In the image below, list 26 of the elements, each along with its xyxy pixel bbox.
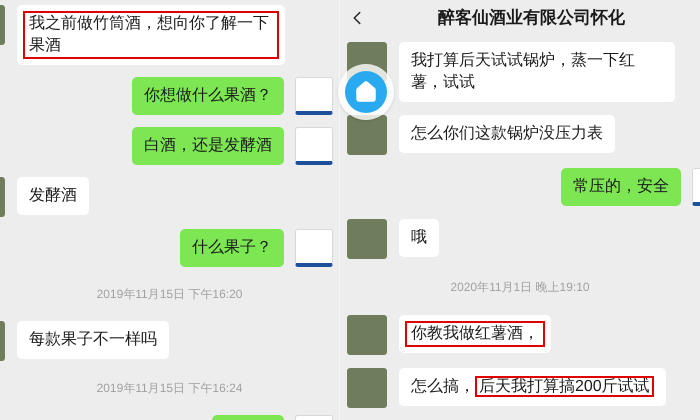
message-text: 我打算后天试试锅炉，蒸一下红薯，试试 (411, 52, 635, 91)
highlighted-message-text: 我之前做竹筒酒，想向你了解一下果酒 (23, 11, 279, 59)
message-text: 常压的，安全 (573, 178, 669, 195)
message-text: 发酵酒 (29, 187, 77, 204)
message-text: 哦 (411, 229, 427, 246)
message-timestamp: 2019年11月15日 下午16:20 (96, 286, 242, 303)
avatar-placeholder (347, 315, 387, 355)
highlighted-text: 后天我打算搞200斤试试 (475, 376, 654, 397)
avatar-placeholder (295, 127, 333, 165)
house-icon (354, 80, 378, 104)
chat-title: 醉客仙酒业有限公司怀化 (438, 7, 625, 30)
message-text: 你想做什么果酒？ (144, 87, 272, 104)
message-timestamp: 2019年11月15日 下午16:24 (96, 380, 242, 397)
home-button[interactable] (338, 64, 394, 120)
avatar-placeholder (295, 229, 333, 267)
message-text: 什么果子？ (192, 239, 272, 256)
avatar-placeholder (295, 77, 333, 115)
message-text: 怎么你们这款锅炉没压力表 (411, 125, 603, 142)
message-text: 每款果子不一样吗 (29, 331, 157, 348)
message-text: 白酒，还是发酵酒 (144, 137, 272, 154)
highlighted-message-text: 你教我做红薯酒， (405, 321, 545, 347)
avatar-placeholder (347, 219, 387, 259)
avatar-placeholder (347, 115, 387, 155)
message-text: 怎么搞， (411, 378, 475, 395)
avatar-placeholder (347, 368, 387, 408)
message-timestamp: 2020年11月1日 晚上19:10 (450, 279, 590, 296)
